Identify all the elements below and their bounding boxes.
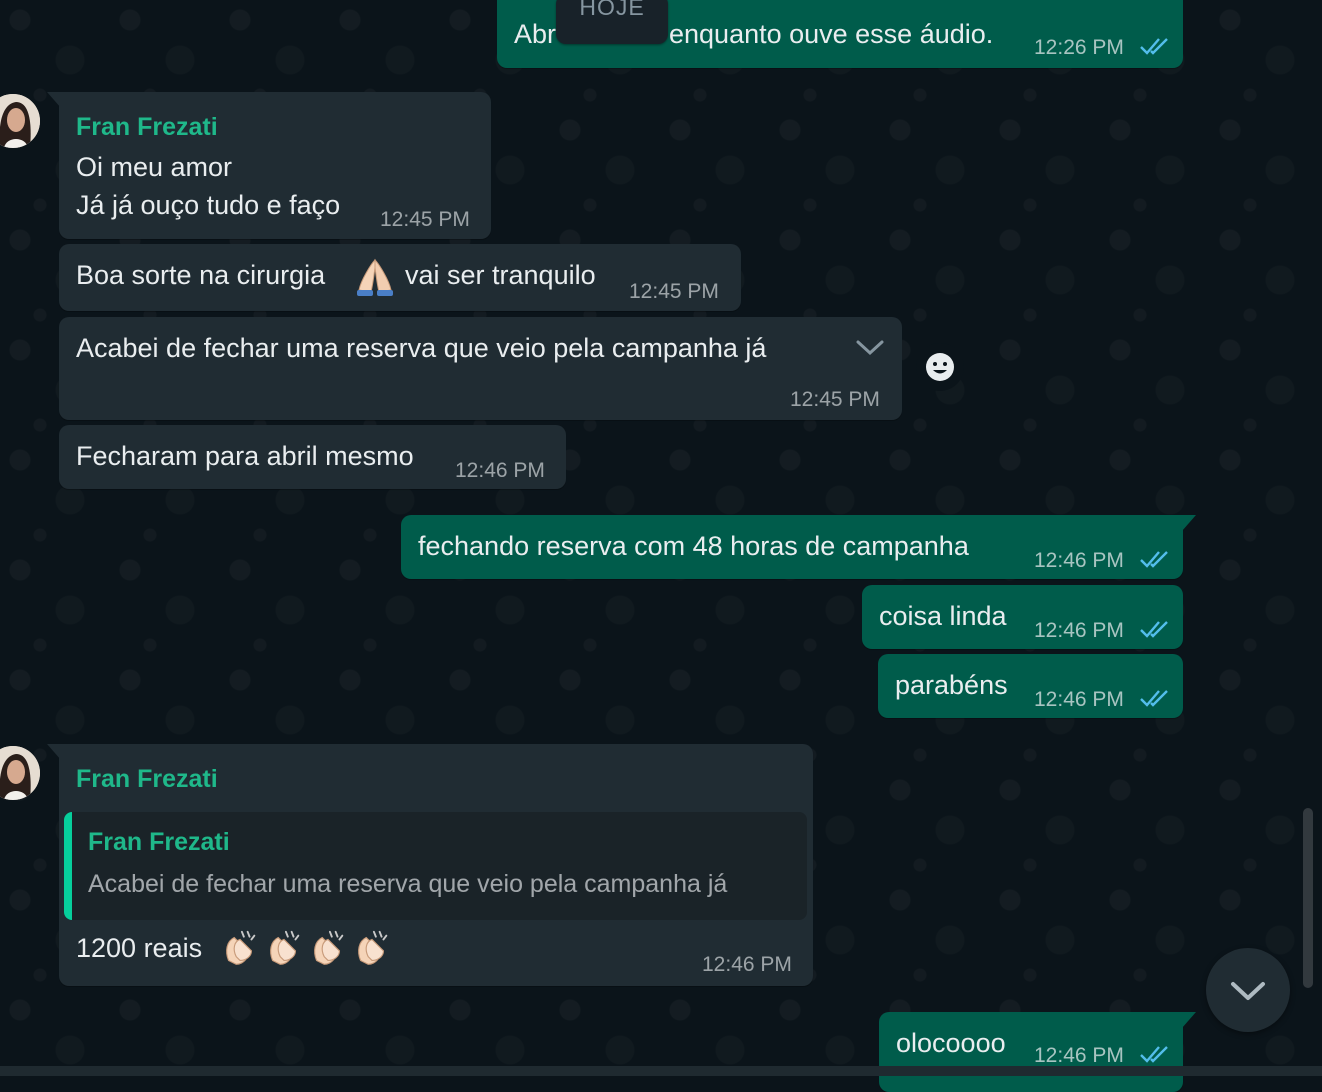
composer-bar-edge (0, 1066, 1322, 1076)
message-incoming[interactable]: Fran Frezati Fran Frezati Acabei de fech… (47, 744, 813, 986)
message-outgoing[interactable]: parabéns 12:46 PM (878, 654, 1183, 718)
quoted-sender-name: Fran Frezati (88, 828, 230, 856)
message-time: 12:46 PM (1034, 688, 1124, 711)
message-text: 1200 reais (76, 933, 203, 963)
emoji-smile-icon (926, 353, 954, 381)
message-time: 12:45 PM (629, 280, 719, 303)
reaction-button[interactable] (916, 343, 964, 391)
clapping-emoji-group (219, 928, 399, 972)
quote-bar (64, 812, 72, 920)
folded-hands-emoji (357, 258, 393, 296)
date-divider: HOJE (556, 0, 668, 44)
scroll-to-bottom-button[interactable] (1206, 948, 1290, 1032)
clapping-hands-emoji (226, 930, 256, 965)
double-check-icon (1140, 690, 1168, 707)
clapping-hands-emoji (358, 930, 388, 965)
sender-name: Fran Frezati (76, 113, 218, 141)
double-check-icon (1140, 621, 1168, 638)
message-incoming[interactable]: Fecharam para abril mesmo 12:46 PM (59, 425, 566, 489)
double-check-icon (1140, 551, 1168, 568)
double-check-icon (1140, 38, 1168, 55)
message-text-line: Oi meu amor (76, 152, 233, 182)
quoted-message[interactable]: Fran Frezati Acabei de fechar uma reserv… (64, 812, 807, 920)
message-text: Boa sorte na cirurgia (76, 260, 326, 290)
message-incoming[interactable]: Boa sorte na cirurgia vai ser tranquilo … (59, 244, 741, 311)
message-incoming[interactable]: Acabei de fechar uma reserva que veio pe… (59, 317, 902, 420)
date-divider-label: HOJE (579, 0, 645, 20)
message-time: 12:46 PM (455, 459, 545, 482)
chevron-down-icon (1231, 982, 1265, 1000)
message-text-line: Já já ouço tudo e faço (76, 190, 341, 220)
clapping-hands-emoji (270, 930, 300, 965)
double-check-icon (1140, 1046, 1168, 1063)
message-text: Acabei de fechar uma reserva que veio pe… (76, 333, 767, 363)
clapping-hands-emoji (314, 930, 344, 965)
message-time: 12:26 PM (1034, 36, 1124, 59)
message-time: 12:46 PM (1034, 1044, 1124, 1067)
message-outgoing[interactable]: coisa linda 12:46 PM (862, 585, 1183, 649)
message-text: Fecharam para abril mesmo (76, 441, 414, 471)
message-text: fechando reserva com 48 horas de campanh… (418, 531, 969, 561)
message-text: parabéns (895, 670, 1008, 700)
message-incoming[interactable]: Fran Frezati Oi meu amor Já já ouço tudo… (47, 92, 491, 239)
message-time: 12:46 PM (1034, 549, 1124, 572)
chat-scrollbar[interactable] (1303, 808, 1313, 988)
sender-name: Fran Frezati (76, 765, 218, 793)
message-time: 12:46 PM (702, 953, 792, 976)
message-text: coisa linda (879, 601, 1007, 631)
message-text: Abr (514, 19, 557, 49)
quoted-text: Acabei de fechar uma reserva que veio pe… (88, 870, 728, 898)
chevron-down-icon[interactable] (854, 337, 886, 357)
message-text-continued: enquanto ouve esse áudio. (669, 19, 994, 49)
message-time: 12:46 PM (1034, 619, 1124, 642)
message-outgoing[interactable]: fechando reserva com 48 horas de campanh… (401, 515, 1196, 579)
message-text-continued: vai ser tranquilo (405, 260, 596, 290)
message-time: 12:45 PM (380, 208, 470, 231)
message-time: 12:45 PM (790, 388, 880, 411)
message-outgoing[interactable]: olocoooo 12:46 PM (879, 1012, 1196, 1092)
message-text: olocoooo (896, 1028, 1006, 1058)
